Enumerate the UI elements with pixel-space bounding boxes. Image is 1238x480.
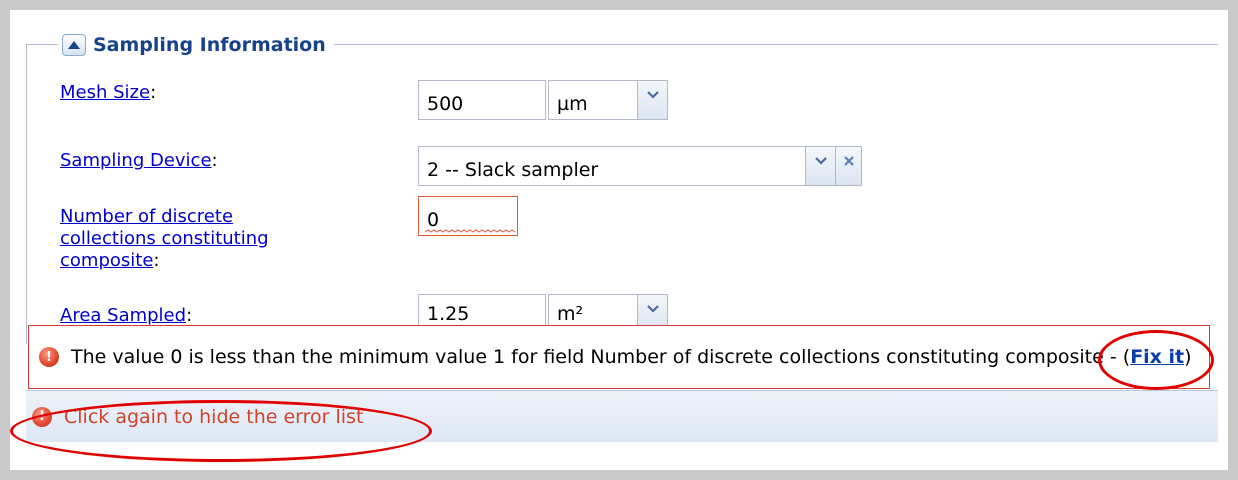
error-status-bar[interactable]: ! Click again to hide the error list [26,390,1218,442]
area-sampled-link[interactable]: Area Sampled [60,305,186,326]
chevron-down-icon [646,91,659,99]
hide-error-list-toggle[interactable]: Click again to hide the error list [64,406,363,428]
sampling-device-dropdown-button[interactable] [806,146,836,186]
section-title: Sampling Information [93,34,326,56]
error-list: ! The value 0 is less than the minimum v… [28,325,1210,389]
error-message: The value 0 is less than the minimum val… [71,346,1192,368]
mesh-size-input[interactable]: 500 [418,80,546,120]
discrete-collections-input[interactable]: 0 [418,196,518,236]
mesh-size-unit-select[interactable]: µm [548,80,638,120]
sampling-device-label: Sampling Device: [60,150,218,171]
mesh-size-link[interactable]: Mesh Size [60,82,150,103]
fieldset-legend: Sampling Information [58,30,334,60]
collapse-button[interactable] [62,34,86,56]
area-sampled-label: Area Sampled: [60,305,193,326]
error-icon: ! [39,347,59,367]
chevron-down-icon [646,305,659,313]
error-icon: ! [32,406,52,427]
discrete-collections-link[interactable]: Number of discrete collections constitut… [60,206,269,271]
discrete-collections-label: Number of discrete collections constitut… [60,206,269,271]
chevron-down-icon [814,157,827,165]
sampling-device-link[interactable]: Sampling Device [60,150,212,171]
sampling-device-clear-button[interactable] [836,146,862,186]
fix-it-link[interactable]: Fix it [1130,346,1184,368]
mesh-size-label: Mesh Size: [60,82,157,103]
mesh-unit-dropdown-button[interactable] [638,80,668,120]
invalid-underline [425,229,515,233]
triangle-up-icon [68,41,80,49]
sampling-device-select[interactable]: 2 -- Slack sampler [418,146,806,186]
close-icon [843,156,854,166]
